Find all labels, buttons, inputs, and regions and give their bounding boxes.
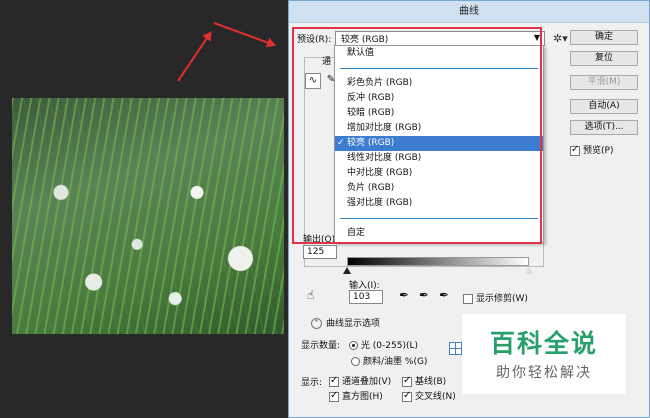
display-amount-label: 显示数量:: [301, 341, 341, 351]
baseline-box: [402, 375, 412, 387]
dropdown-preset-list: 彩色负片 (RGB) 反冲 (RGB) 较暗 (RGB) 增加对比度 (RGB) ✓ 较亮…: [335, 76, 543, 211]
histogram-label: 直方图(H): [342, 392, 383, 402]
chevron-up-icon: ˄: [311, 318, 322, 329]
simple-grid-icon[interactable]: [449, 342, 462, 355]
dropdown-item-label: 强对比度 (RGB): [347, 198, 413, 208]
output-field[interactable]: 125: [303, 245, 337, 259]
white-point-slider[interactable]: [525, 267, 533, 274]
curve-options-label: 曲线显示选项: [326, 319, 381, 329]
dropdown-item-label: 较亮 (RGB): [347, 138, 395, 148]
display-amount: 显示数量: 光 (0-255)(L) 颜料/油墨 %(G): [301, 338, 427, 367]
show-label: 显示:: [301, 378, 323, 388]
dropdown-separator: [340, 68, 538, 69]
ok-button[interactable]: 确定: [570, 30, 638, 45]
output-label: 输出(O):: [303, 235, 339, 245]
dropdown-separator: [340, 218, 538, 219]
show-clipping-box: [463, 293, 473, 304]
smooth-button[interactable]: 平滑(M): [570, 75, 638, 90]
black-point-slider[interactable]: [343, 267, 351, 274]
dropdown-item-label: 反冲 (RGB): [347, 93, 395, 103]
dropdown-item[interactable]: 彩色负片 (RGB): [335, 76, 543, 91]
histogram-checkbox[interactable]: 直方图(H): [329, 389, 383, 402]
dropdown-item-label: 负片 (RGB): [347, 183, 395, 193]
histogram-box: [329, 390, 339, 402]
curve-display-options-toggle[interactable]: ˄ 曲线显示选项: [311, 316, 380, 329]
dropdown-item[interactable]: ✓ 较亮 (RGB): [335, 136, 543, 151]
pigment-radio-dot: [351, 357, 360, 366]
dialog-title: 曲线: [289, 1, 649, 23]
intersection-box: [402, 390, 412, 402]
preset-select[interactable]: 较亮 (RGB) ▼: [335, 31, 545, 46]
input-field[interactable]: 103: [349, 290, 383, 304]
light-radio-label: 光 (0-255)(L): [360, 341, 418, 351]
preview-label: 预览(P): [583, 146, 614, 156]
dropdown-item[interactable]: 较暗 (RGB): [335, 106, 543, 121]
preview-checkbox[interactable]: 预览(P): [570, 143, 613, 156]
gear-icon[interactable]: ✲▾: [553, 32, 568, 45]
watermark: 百科全说 助你轻松解决: [462, 314, 626, 394]
dropdown-item[interactable]: 线性对比度 (RGB): [335, 151, 543, 166]
black-eyedropper-icon[interactable]: ✒: [399, 288, 409, 302]
curve-point-tool-icon[interactable]: ∿: [305, 73, 321, 89]
preset-dropdown-menu: 默认值 彩色负片 (RGB) 反冲 (RGB) 较暗 (RGB) 增加对比度 (RGB…: [334, 45, 544, 243]
dropdown-item-label: 彩色负片 (RGB): [347, 78, 413, 88]
dropdown-item-label: 线性对比度 (RGB): [347, 153, 422, 163]
channel-overlay-checkbox[interactable]: 通道叠加(V): [329, 374, 391, 387]
preset-row: 预设(R): 较亮 (RGB) ▼ ✲▾: [297, 31, 568, 46]
dropdown-item-label: 增加对比度 (RGB): [347, 123, 422, 133]
hand-adjust-icon[interactable]: ☝: [307, 288, 314, 302]
channel-overlay-box: [329, 375, 339, 387]
intersection-label: 交叉线(N): [415, 392, 456, 402]
dropdown-item-label: 较暗 (RGB): [347, 108, 395, 118]
show-clipping-checkbox[interactable]: 显示修剪(W): [463, 291, 528, 304]
reset-button[interactable]: 复位: [570, 51, 638, 66]
white-eyedropper-icon[interactable]: ✒: [439, 288, 449, 302]
preview-box: [570, 144, 580, 156]
auto-button[interactable]: 自动(A): [570, 99, 638, 114]
dropdown-item-default[interactable]: 默认值: [335, 46, 543, 61]
baseline-checkbox[interactable]: 基线(B): [402, 374, 446, 387]
options-button[interactable]: 选项(T)...: [570, 120, 638, 135]
dropdown-item[interactable]: 增加对比度 (RGB): [335, 121, 543, 136]
dropdown-item[interactable]: 强对比度 (RGB): [335, 196, 543, 211]
watermark-title: 百科全说: [489, 329, 598, 358]
baseline-label: 基线(B): [415, 377, 447, 387]
dandelion-photo: [12, 98, 284, 334]
dropdown-item[interactable]: 中对比度 (RGB): [335, 166, 543, 181]
dropdown-item[interactable]: 负片 (RGB): [335, 181, 543, 196]
light-radio[interactable]: 光 (0-255)(L): [348, 341, 418, 351]
dropdown-item-label: 中对比度 (RGB): [347, 168, 413, 178]
dropdown-item[interactable]: 反冲 (RGB): [335, 91, 543, 106]
pigment-radio-label: 颜料/油墨 %(G): [363, 357, 428, 367]
chevron-down-icon: ▼: [533, 33, 540, 42]
light-radio-dot: [348, 341, 358, 350]
preset-label: 预设(R):: [297, 35, 332, 45]
show-clipping-label: 显示修剪(W): [476, 294, 528, 304]
gray-eyedropper-icon[interactable]: ✒: [419, 288, 429, 302]
dropdown-item-custom[interactable]: 自定: [335, 226, 543, 241]
preset-value: 较亮 (RGB): [341, 35, 389, 45]
channel-overlay-label: 通道叠加(V): [342, 377, 392, 387]
intersection-checkbox[interactable]: 交叉线(N): [402, 389, 456, 402]
channel-label: 通: [322, 57, 332, 67]
watermark-subtitle: 助你轻松解决: [496, 365, 592, 381]
pigment-radio[interactable]: 颜料/油墨 %(G): [351, 354, 427, 367]
checkmark-icon: ✓: [337, 138, 345, 148]
input-gradient-bar: [347, 257, 529, 266]
